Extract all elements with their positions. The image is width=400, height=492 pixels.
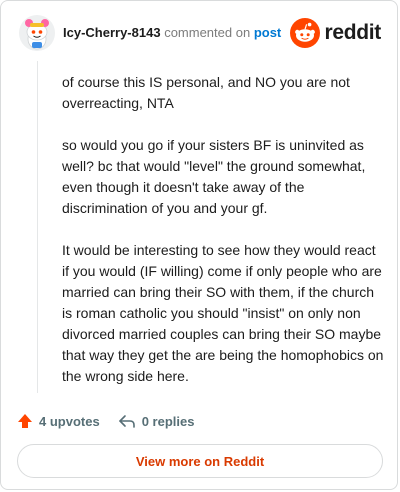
comment-paragraph: It would be interesting to see how they … (62, 242, 384, 384)
comment-actions: 4 upvotes 0 replies (17, 410, 212, 432)
user-avatar[interactable] (19, 15, 55, 51)
comment-body: of course this IS personal, and NO you a… (62, 72, 384, 408)
snoo-avatar-icon (19, 15, 55, 51)
post-link[interactable]: post (254, 25, 281, 40)
view-more-button[interactable]: View more on Reddit (17, 444, 383, 478)
comment-paragraph: of course this IS personal, and NO you a… (62, 74, 350, 111)
comment-paragraph: so would you go if your sisters BF is un… (62, 137, 366, 216)
reddit-wordmark: reddit (324, 21, 381, 44)
reply-arrow-icon (118, 415, 135, 428)
username-link[interactable]: Icy-Cherry-8143 (63, 25, 161, 40)
comment-meta: Icy-Cherry-8143 commented on post (63, 25, 281, 40)
reply-count: 0 replies (141, 413, 195, 429)
comment-header: Icy-Cherry-8143 commented on post reddit (19, 15, 381, 55)
reply-button[interactable]: 0 replies (118, 413, 195, 429)
comment-embed-card: Icy-Cherry-8143 commented on post reddit… (0, 0, 398, 490)
upvote-count: 4 upvotes (39, 413, 100, 429)
reddit-logo[interactable]: reddit (290, 17, 381, 49)
upvote-arrow-icon (18, 414, 32, 428)
thread-line (37, 61, 38, 393)
commented-on-text: commented on (164, 25, 251, 40)
reddit-snoo-icon (290, 18, 321, 48)
upvote-button[interactable]: 4 upvotes (17, 413, 100, 429)
